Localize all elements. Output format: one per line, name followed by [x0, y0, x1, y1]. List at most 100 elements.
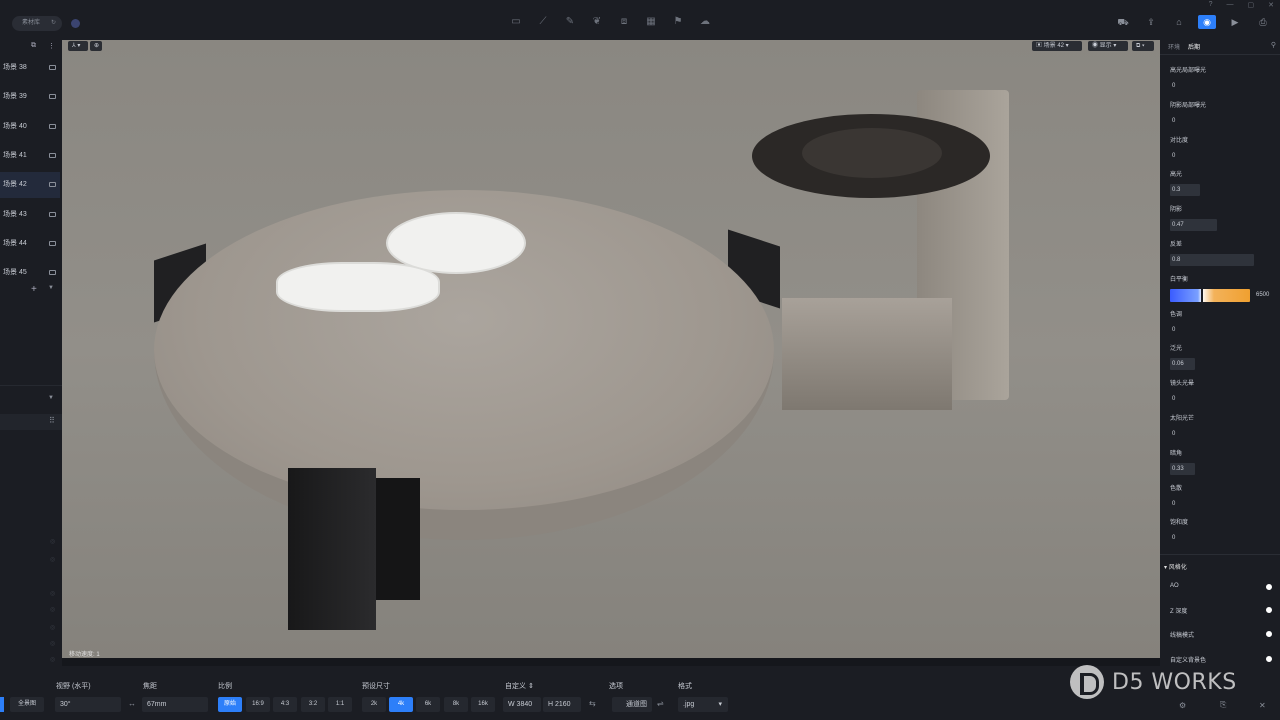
- channel-map-option[interactable]: 通道图: [612, 697, 652, 712]
- toggle-switch[interactable]: [1266, 656, 1272, 662]
- param-value[interactable]: 0.47: [1170, 219, 1184, 231]
- stylize-section-title[interactable]: ▾ 风格化: [1164, 562, 1187, 571]
- render-viewport[interactable]: ⅄ ▾ ⊕ ▣ 场景 42 ▾ ◉ 显示 ▾ ⧉ ▾ 移动速度: 1: [62, 40, 1160, 658]
- pin-icon[interactable]: ⚲: [1271, 41, 1276, 49]
- maximize-icon[interactable]: ▢: [1248, 1, 1255, 9]
- minimize-icon[interactable]: —: [1227, 1, 1234, 9]
- param-value[interactable]: 0: [1170, 428, 1175, 440]
- scene-list-panel: ⧉ ⋮ 场景 38 场景 39 场景 40 场景 41 场景 42 场景 43 …: [0, 40, 62, 666]
- ratio-1-1-button[interactable]: 1:1: [328, 697, 352, 712]
- adjust-icon[interactable]: ⇌: [657, 699, 664, 708]
- eye-icon[interactable]: ◎: [50, 606, 55, 613]
- panorama-button[interactable]: 全景图: [10, 697, 44, 712]
- box-tool-icon[interactable]: ⧈: [618, 16, 630, 28]
- eye-icon[interactable]: ◎: [50, 656, 55, 663]
- eye-icon[interactable]: ◎: [50, 624, 55, 631]
- globe-icon[interactable]: [71, 19, 80, 28]
- preset-2k-button[interactable]: 2k: [362, 697, 386, 712]
- preset-16k-button[interactable]: 16k: [471, 697, 495, 712]
- toggle-switch[interactable]: [1266, 631, 1272, 637]
- grid-tool-icon[interactable]: ▦: [645, 16, 657, 28]
- terrain-tool-icon[interactable]: ☁: [699, 16, 711, 28]
- scene-item[interactable]: 场景 43: [0, 202, 60, 228]
- help-icon[interactable]: ?: [1209, 1, 1213, 9]
- brush-tool-icon[interactable]: ✎: [564, 16, 576, 28]
- param-value[interactable]: 0: [1170, 498, 1175, 510]
- export-file-icon[interactable]: ⎘: [1220, 700, 1226, 710]
- param-value[interactable]: 0: [1170, 324, 1175, 336]
- rectangle-tool-icon[interactable]: ▭: [510, 16, 522, 28]
- param-value[interactable]: 0.3: [1170, 184, 1180, 196]
- eye-icon[interactable]: ◎: [50, 590, 55, 597]
- scene-item[interactable]: 场景 39: [0, 84, 60, 110]
- ratio-16-9-button[interactable]: 16:9: [246, 697, 270, 712]
- share-icon[interactable]: ⇪: [1142, 15, 1160, 29]
- param-value[interactable]: 0: [1170, 80, 1175, 92]
- scatter-tool-icon[interactable]: ❦: [591, 16, 603, 28]
- ratio-4-3-button[interactable]: 4:3: [273, 697, 297, 712]
- ratio-3-2-button[interactable]: 3:2: [301, 697, 325, 712]
- white-balance-slider[interactable]: [1170, 289, 1250, 302]
- tab-post-processing[interactable]: 后期: [1188, 42, 1200, 51]
- ratio-original-button[interactable]: 原始: [218, 697, 242, 712]
- swap-icon[interactable]: ⇆: [589, 699, 596, 708]
- param-value[interactable]: 0: [1170, 150, 1175, 162]
- export-icon[interactable]: ⎙: [1254, 15, 1272, 29]
- height-input[interactable]: H 2160: [543, 697, 581, 712]
- asset-library-tab[interactable]: 素材库 ↻: [12, 16, 62, 31]
- preset-6k-button[interactable]: 6k: [416, 697, 440, 712]
- render-image-icon[interactable]: ⛟: [1114, 15, 1132, 29]
- more-icon[interactable]: ⋮: [48, 42, 55, 50]
- scene-item[interactable]: 场景 41: [0, 143, 60, 169]
- param-value[interactable]: 0.06: [1170, 358, 1184, 370]
- eye-icon[interactable]: ◎: [50, 640, 55, 647]
- toggle-switch[interactable]: [1266, 607, 1272, 613]
- display-menu[interactable]: ◉ 显示 ▾: [1088, 41, 1128, 51]
- scene-item[interactable]: 场景 44: [0, 231, 60, 257]
- param-value[interactable]: 0.33: [1170, 463, 1184, 475]
- scene-item-active[interactable]: 场景 42: [0, 172, 60, 198]
- scene-item[interactable]: 场景 40: [0, 114, 60, 140]
- param-value[interactable]: 0: [1170, 393, 1175, 405]
- z-depth-toggle-row[interactable]: Z 深度: [1160, 601, 1280, 619]
- camera-icon[interactable]: ◉: [1198, 15, 1216, 29]
- eye-icon[interactable]: ◎: [50, 556, 55, 563]
- gift-icon[interactable]: ⌂: [1170, 15, 1188, 29]
- globe-view-button[interactable]: ⊕: [90, 41, 102, 51]
- video-icon[interactable]: ▶: [1226, 15, 1244, 29]
- focal-length-input[interactable]: 67mm: [142, 697, 208, 712]
- chevron-down-icon[interactable]: ▼: [48, 285, 54, 291]
- scene-item[interactable]: 场景 45: [0, 260, 60, 277]
- settings-icon[interactable]: ⚙: [1179, 701, 1186, 710]
- add-scene-icon[interactable]: +: [31, 284, 37, 295]
- path-tool-icon[interactable]: ⚑: [672, 16, 684, 28]
- add-scene-camera-icon[interactable]: ⧉: [31, 42, 36, 50]
- line-mode-toggle-row[interactable]: 线稿模式: [1160, 625, 1280, 643]
- preset-4k-button[interactable]: 4k: [389, 697, 413, 712]
- chevron-down-icon[interactable]: ▼: [48, 395, 54, 401]
- fov-input[interactable]: 30°: [55, 697, 121, 712]
- close-icon[interactable]: ✕: [1259, 701, 1266, 710]
- view-mode-button[interactable]: ⧉ ▾: [1132, 41, 1154, 51]
- format-select[interactable]: .jpg ▾: [678, 697, 728, 712]
- axis-gizmo-button[interactable]: ⅄ ▾: [68, 41, 88, 51]
- param-value[interactable]: 0: [1170, 115, 1175, 127]
- line-tool-icon[interactable]: ⟋: [537, 16, 549, 28]
- window-controls: ? — ▢ ✕: [1209, 1, 1274, 9]
- white-balance-knob[interactable]: [1201, 289, 1203, 302]
- render-button-edge[interactable]: [0, 697, 4, 712]
- toggle-switch[interactable]: [1266, 584, 1272, 590]
- preset-8k-button[interactable]: 8k: [444, 697, 468, 712]
- close-window-icon[interactable]: ✕: [1268, 1, 1274, 9]
- eye-icon[interactable]: ◎: [50, 538, 55, 545]
- width-input[interactable]: W 3840: [503, 697, 541, 712]
- scene-selector[interactable]: ▣ 场景 42 ▾: [1032, 41, 1082, 51]
- ao-toggle-row[interactable]: AO: [1160, 578, 1280, 596]
- link-arrows-icon[interactable]: ↔: [128, 699, 136, 708]
- param-value[interactable]: 0: [1170, 532, 1175, 544]
- scene-item[interactable]: 场景 38: [0, 55, 60, 81]
- grid-icon[interactable]: ⠿: [49, 416, 55, 425]
- param-value[interactable]: 0.8: [1170, 254, 1180, 266]
- tab-environment[interactable]: 环境: [1168, 42, 1180, 51]
- param-slider-fill[interactable]: [1170, 254, 1254, 266]
